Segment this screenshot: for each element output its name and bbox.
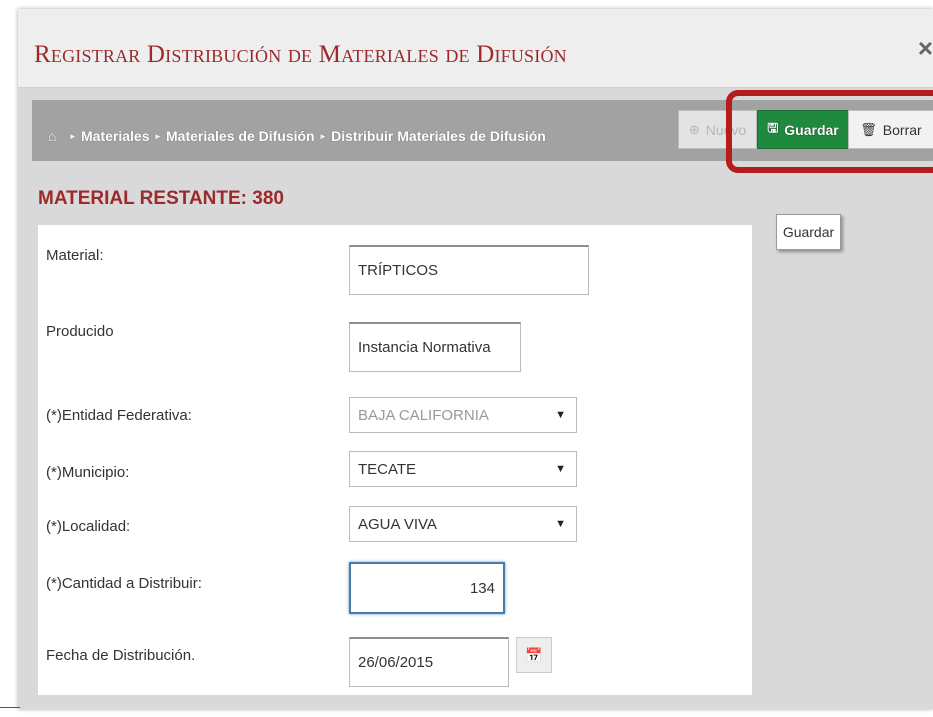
- localidad-value: AGUA VIVA: [358, 515, 437, 533]
- breadcrumb-separator-icon: ▸: [320, 130, 326, 141]
- breadcrumb-separator-icon: ▸: [155, 130, 161, 141]
- localidad-label: (*)Localidad:: [46, 518, 131, 535]
- chevron-down-icon: ▼: [555, 518, 566, 530]
- breadcrumb-item-materiales[interactable]: Materiales: [81, 128, 149, 144]
- breadcrumb: ⌂ ▸ Materiales ▸ Materiales de Difusión …: [48, 124, 546, 148]
- guardar-highlight-annotation: [726, 90, 933, 173]
- dialog-title: Registrar Distribución de Materiales de …: [34, 41, 567, 68]
- chevron-down-icon: ▼: [555, 463, 566, 475]
- guardar-tooltip: Guardar: [776, 214, 841, 250]
- material-label: Material:: [46, 247, 104, 264]
- breadcrumb-item-distribuir: Distribuir Materiales de Difusión: [331, 128, 546, 144]
- fecha-distribucion-input[interactable]: 26/06/2015: [349, 637, 509, 687]
- entidad-federativa-select: BAJA CALIFORNIA ▼: [349, 397, 577, 433]
- entidad-federativa-label: (*)Entidad Federativa:: [46, 407, 192, 424]
- breadcrumb-separator-icon: ▸: [70, 130, 75, 141]
- municipio-label: (*)Municipio:: [46, 464, 130, 481]
- municipio-value: TECATE: [358, 460, 417, 478]
- dialog: Registrar Distribución de Materiales de …: [18, 9, 933, 709]
- close-icon[interactable]: ×: [918, 33, 933, 64]
- cantidad-input[interactable]: 134: [349, 562, 505, 614]
- plus-circle-icon: ⊕: [688, 121, 700, 137]
- municipio-select[interactable]: TECATE ▼: [349, 451, 577, 487]
- material-restante: MATERIAL RESTANTE: 380: [38, 188, 284, 209]
- form-panel: Material: TRÍPTICOS Producido Instancia …: [38, 225, 752, 695]
- localidad-select[interactable]: AGUA VIVA ▼: [349, 506, 577, 542]
- material-field: TRÍPTICOS: [349, 245, 589, 295]
- producido-label: Producido: [46, 323, 114, 340]
- breadcrumb-item-materiales-difusion[interactable]: Materiales de Difusión: [166, 128, 315, 144]
- dialog-title-bar: Registrar Distribución de Materiales de …: [18, 9, 933, 88]
- cantidad-label: (*)Cantidad a Distribuir:: [46, 575, 202, 592]
- producido-field: Instancia Normativa: [349, 322, 521, 372]
- home-icon[interactable]: ⌂: [48, 128, 56, 144]
- calendar-icon[interactable]: 📅: [516, 637, 552, 673]
- entidad-federativa-value: BAJA CALIFORNIA: [358, 406, 489, 424]
- page-edge-line: [0, 707, 20, 708]
- fecha-distribucion-label: Fecha de Distribución.: [46, 647, 196, 664]
- chevron-down-icon: ▼: [555, 409, 566, 421]
